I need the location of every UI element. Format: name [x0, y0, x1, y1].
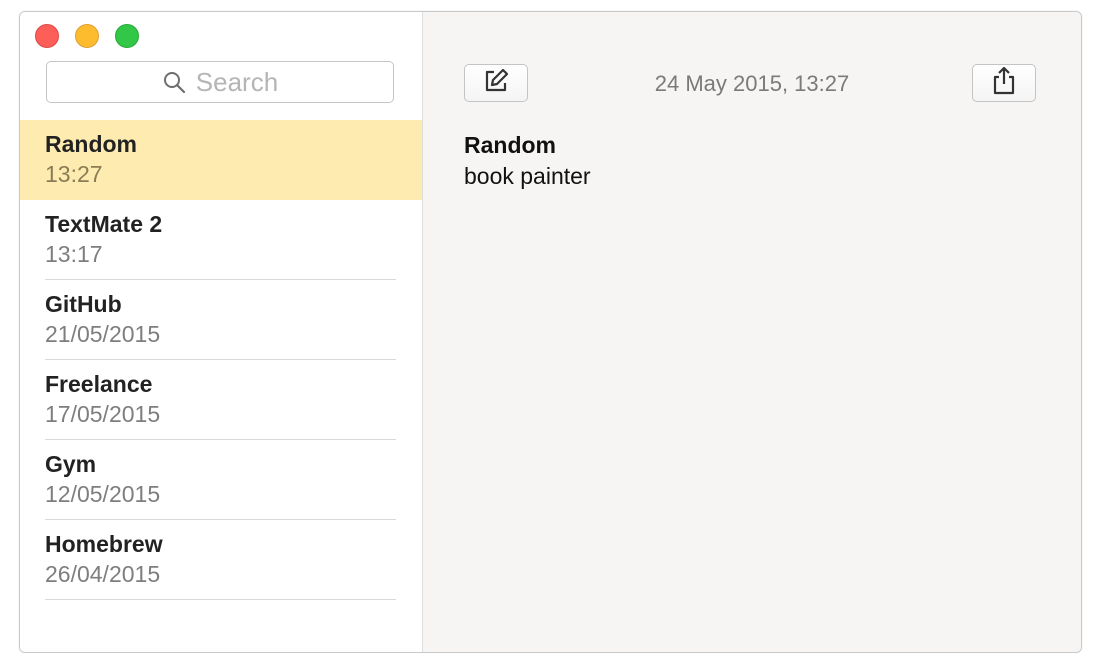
note-editor-pane: 24 May 2015, 13:27 Random book painter	[423, 12, 1081, 652]
note-date: 13:27	[45, 161, 103, 187]
note-list-item[interactable]: Random 13:27	[20, 120, 422, 200]
note-title: Freelance	[45, 371, 153, 397]
note-date: 12/05/2015	[45, 481, 161, 507]
note-title: Random	[45, 131, 137, 157]
divider	[45, 599, 396, 600]
note-date: 21/05/2015	[45, 321, 161, 347]
note-date: 17/05/2015	[45, 401, 161, 427]
sidebar: Search Random 13:27 TextMate 2 13:17 Git…	[20, 12, 423, 652]
zoom-window-button[interactable]	[115, 24, 139, 48]
note-list: Random 13:27 TextMate 2 13:17 GitHub 21/…	[20, 120, 422, 600]
note-list-item[interactable]: Homebrew 26/04/2015	[20, 520, 422, 600]
close-window-button[interactable]	[35, 24, 59, 48]
notes-window: Search Random 13:27 TextMate 2 13:17 Git…	[19, 11, 1082, 653]
share-icon	[991, 66, 1017, 101]
note-body-title[interactable]: Random	[464, 130, 591, 160]
note-title: TextMate 2	[45, 211, 163, 237]
note-date: 26/04/2015	[45, 561, 161, 587]
note-title: Gym	[45, 451, 97, 477]
note-title: GitHub	[45, 291, 122, 317]
share-button[interactable]	[972, 64, 1036, 102]
note-body[interactable]: Random book painter	[464, 130, 591, 192]
note-body-text[interactable]: book painter	[464, 160, 591, 192]
note-list-item[interactable]: TextMate 2 13:17	[20, 200, 422, 280]
note-title: Homebrew	[45, 531, 163, 557]
minimize-window-button[interactable]	[75, 24, 99, 48]
search-icon	[162, 70, 186, 94]
search-field[interactable]: Search	[46, 61, 394, 103]
note-list-item[interactable]: GitHub 21/05/2015	[20, 280, 422, 360]
note-list-item[interactable]: Gym 12/05/2015	[20, 440, 422, 520]
note-list-item[interactable]: Freelance 17/05/2015	[20, 360, 422, 440]
note-date: 13:17	[45, 241, 103, 267]
search-placeholder: Search	[195, 66, 279, 97]
